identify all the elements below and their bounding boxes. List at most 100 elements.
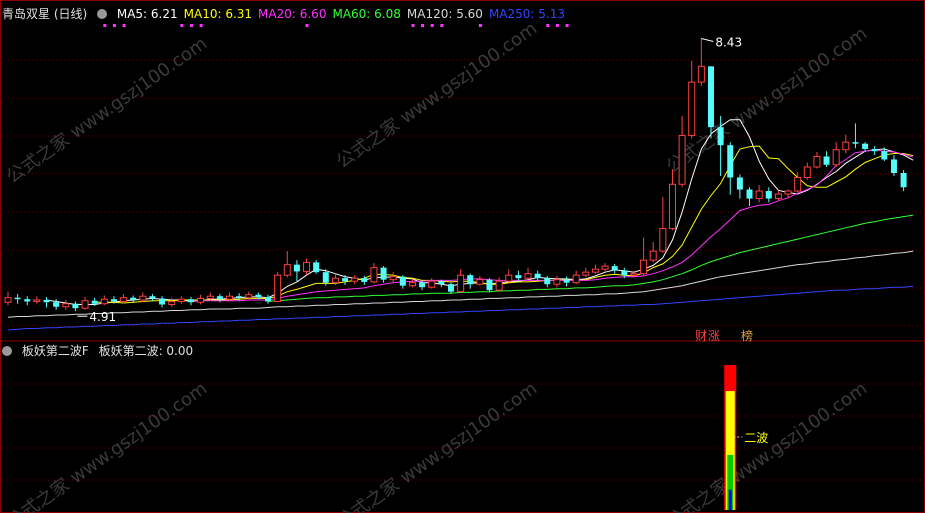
candle-body	[62, 303, 70, 308]
signal-bar-segment	[728, 489, 732, 510]
candle-body	[563, 279, 570, 283]
candle-body	[553, 279, 561, 285]
candle-body	[159, 298, 166, 305]
candle-body	[601, 265, 609, 270]
candle-body	[890, 159, 897, 173]
candle-body	[862, 143, 869, 149]
chart-canvas: 公式之家 www.gszj100.com 公式之家 www.gszj100.com…	[0, 0, 925, 513]
candle-body	[611, 266, 618, 271]
event-dot	[199, 24, 203, 27]
signal-label: 二波	[744, 431, 768, 445]
candle-body	[534, 273, 541, 279]
watermark-text: 公式之家 www.gszj100.com	[3, 378, 211, 513]
candle-body	[630, 273, 638, 276]
candle-body	[438, 281, 445, 285]
candle-body	[457, 274, 465, 293]
candle-body	[274, 274, 282, 302]
candle-body	[216, 296, 223, 300]
candle-body	[303, 261, 311, 272]
candle-body	[361, 278, 368, 282]
indicator-header: 板妖第二波F 板妖第二波: 0.00	[2, 343, 199, 359]
candle-body	[331, 277, 339, 284]
ma-legend-item: MA120: 5.60	[406, 7, 483, 21]
event-dot	[103, 24, 107, 27]
high-pointer	[701, 38, 714, 43]
candle-body	[313, 262, 320, 273]
candle-body	[794, 177, 802, 192]
event-dot	[421, 24, 425, 27]
candle-body	[283, 264, 291, 276]
candle-body	[419, 282, 426, 288]
event-dot	[478, 24, 482, 27]
event-marker-cai: 财	[695, 329, 707, 343]
candle-body	[591, 268, 599, 273]
event-dot	[411, 24, 415, 27]
candle-body	[755, 190, 763, 200]
candle-body	[399, 276, 406, 286]
candle-body	[717, 127, 724, 146]
candle-body	[842, 141, 850, 151]
candle-body	[707, 66, 714, 128]
dropdown-icon[interactable]	[97, 9, 108, 19]
candle-body	[342, 278, 349, 282]
candle-body	[544, 278, 551, 285]
event-dot	[546, 24, 550, 27]
candle-body	[832, 149, 840, 166]
event-dot	[112, 24, 116, 27]
candle-body	[206, 295, 214, 299]
candle-body	[823, 156, 830, 165]
candle-body	[659, 228, 667, 252]
candle-body	[852, 142, 859, 144]
high-price-label: 8.43	[715, 36, 742, 50]
watermark-text: 公式之家 www.gszj100.com	[333, 378, 541, 513]
event-dot	[430, 24, 434, 27]
ma-legend-item: MA60: 6.08	[332, 7, 401, 21]
symbol-title: 青岛双星 (日线)	[2, 7, 88, 21]
event-dot	[565, 24, 569, 27]
candle-body	[774, 193, 782, 200]
event-dot	[440, 24, 444, 27]
candle-body	[746, 189, 753, 199]
candle-body	[100, 298, 108, 305]
candle-body	[408, 282, 416, 287]
indicator-value: 板妖第二波: 0.00	[98, 344, 194, 358]
candle-body	[24, 299, 31, 302]
candle-body	[370, 267, 378, 283]
candle-body	[4, 297, 12, 303]
candle-body	[900, 172, 907, 188]
candle-body	[110, 299, 117, 302]
candle-body	[120, 297, 128, 302]
candle-body	[197, 297, 205, 303]
event-dot	[189, 24, 193, 27]
candle-body	[139, 295, 147, 301]
candle-body	[236, 296, 243, 298]
candle-body	[33, 299, 41, 302]
candle-body	[881, 151, 888, 160]
candle-body	[255, 294, 262, 297]
candle-body	[245, 294, 253, 299]
event-dot	[555, 24, 559, 27]
ma-legend-item: MA5: 6.21	[116, 7, 178, 21]
candle-body	[727, 145, 734, 178]
candle-body	[225, 295, 233, 300]
main-chart-header: 青岛双星 (日线) MA5: 6.21 MA10: 6.31 MA20: 6.60 M…	[2, 6, 577, 22]
watermark-text: 公式之家 www.gszj100.com	[663, 378, 871, 513]
candle-body	[428, 280, 436, 288]
dropdown-icon[interactable]	[2, 346, 12, 356]
watermark-text: 公式之家 www.gszj100.com	[333, 18, 541, 173]
candle-body	[582, 271, 590, 276]
candle-body	[803, 166, 811, 179]
candle-body	[14, 297, 21, 300]
candle-body	[688, 81, 696, 136]
candle-body	[505, 274, 513, 282]
candle-body	[486, 279, 493, 291]
candle-body	[91, 300, 98, 304]
candle-body	[649, 250, 657, 261]
event-dot	[122, 24, 126, 27]
candle-body	[813, 155, 821, 168]
candle-body	[697, 65, 705, 83]
indicator-name: 板妖第二波F	[21, 344, 89, 358]
candle-body	[53, 302, 60, 307]
candle-body	[168, 300, 176, 305]
candle-body	[640, 259, 648, 275]
